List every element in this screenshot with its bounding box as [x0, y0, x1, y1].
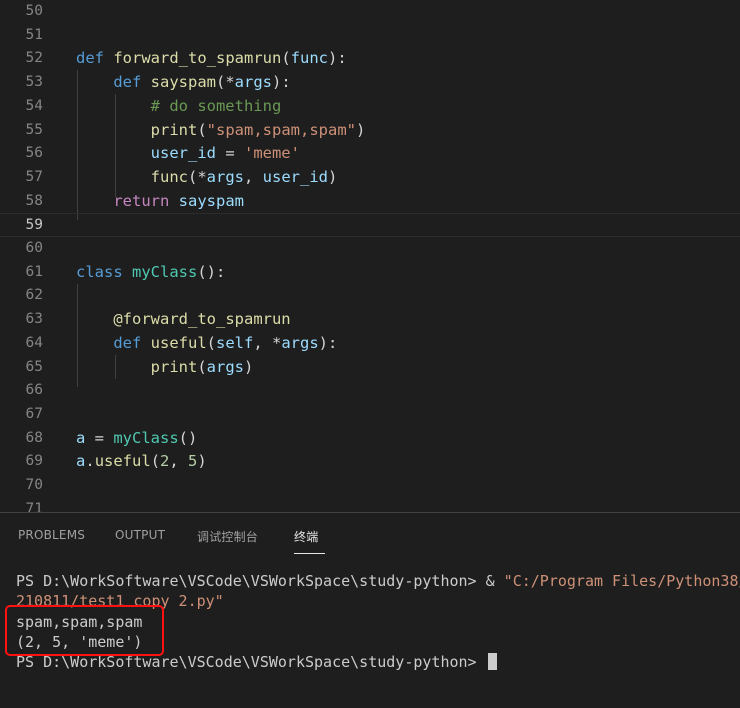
- terminal-line: PS D:\WorkSoftware\VSCode\VSWorkSpace\st…: [16, 571, 740, 591]
- code-line[interactable]: 53 def sayspam(*args):: [0, 71, 740, 95]
- highlight-box: [5, 605, 164, 656]
- line-number: 58: [25, 192, 43, 209]
- code-text: print(args): [150, 357, 254, 376]
- code-line[interactable]: 59: [0, 213, 740, 237]
- code-text: return sayspam: [113, 191, 244, 210]
- code-line[interactable]: 63 @forward_to_spamrun: [0, 308, 740, 332]
- active-tab-indicator: [294, 553, 325, 554]
- line-number: 62: [25, 287, 43, 304]
- code-text: class myClass():: [76, 262, 226, 281]
- code-text: def forward_to_spamrun(func):: [76, 49, 347, 68]
- line-number: 50: [25, 3, 43, 19]
- line-number: 59: [25, 217, 43, 234]
- line-number: 68: [25, 429, 43, 446]
- code-text: print("spam,spam,spam"): [150, 120, 366, 139]
- code-text: def useful(self, *args):: [113, 333, 338, 352]
- code-text: func(*args, user_id): [150, 167, 338, 186]
- code-line[interactable]: 60: [0, 237, 740, 261]
- line-number: 54: [25, 97, 43, 114]
- code-line[interactable]: 71: [0, 498, 740, 512]
- code-line[interactable]: 55 print("spam,spam,spam"): [0, 119, 740, 143]
- line-number: 69: [25, 453, 43, 470]
- code-text: user_id = 'meme': [150, 144, 300, 163]
- line-number: 51: [25, 26, 43, 43]
- code-line[interactable]: 68 a = myClass(): [0, 427, 740, 451]
- code-line[interactable]: 56 user_id = 'meme': [0, 142, 740, 166]
- code-line[interactable]: 62: [0, 284, 740, 308]
- line-number: 53: [25, 74, 43, 91]
- line-number: 56: [25, 145, 43, 162]
- code-text: a = myClass(): [76, 428, 198, 447]
- line-number: 55: [25, 121, 43, 138]
- code-text: @forward_to_spamrun: [113, 310, 291, 329]
- terminal-cursor: [487, 653, 497, 670]
- line-number: 70: [25, 477, 43, 493]
- line-number: 57: [25, 168, 43, 185]
- code-line[interactable]: 52 def forward_to_spamrun(func):: [0, 47, 740, 71]
- code-line[interactable]: 67: [0, 403, 740, 427]
- code-text: def sayspam(*args):: [113, 73, 291, 92]
- tab-problems[interactable]: PROBLEMS: [18, 528, 85, 542]
- terminal-command-path: "C:/Program Files/Python38/: [503, 572, 740, 590]
- code-line[interactable]: 70: [0, 474, 740, 498]
- code-editor[interactable]: 50 51 52 def forward_to_spamrun(func): 53 de…: [0, 0, 740, 512]
- terminal-command: &: [485, 572, 504, 590]
- line-number: 52: [25, 50, 43, 67]
- code-line[interactable]: 66: [0, 379, 740, 403]
- line-number: 63: [25, 311, 43, 328]
- line-number: 65: [25, 358, 43, 375]
- tab-debug-console[interactable]: 调试控制台: [197, 528, 258, 545]
- line-number: 60: [25, 240, 43, 256]
- tab-output[interactable]: OUTPUT: [115, 528, 165, 542]
- code-line[interactable]: 50: [0, 0, 740, 24]
- code-line[interactable]: 57 func(*args, user_id): [0, 166, 740, 190]
- code-line[interactable]: 58 return sayspam: [0, 190, 740, 214]
- code-line[interactable]: 51: [0, 24, 740, 48]
- code-line[interactable]: 61 class myClass():: [0, 261, 740, 285]
- line-number: 71: [25, 500, 43, 512]
- code-line[interactable]: 64 def useful(self, *args):: [0, 332, 740, 356]
- line-number: 66: [25, 382, 43, 399]
- code-line[interactable]: 69 a.useful(2, 5): [0, 450, 740, 474]
- line-number: 61: [25, 263, 43, 280]
- code-line[interactable]: 54 # do something: [0, 95, 740, 119]
- line-number: 67: [25, 405, 43, 422]
- tab-terminal[interactable]: 终端: [294, 528, 318, 545]
- code-text: # do something: [150, 96, 282, 115]
- code-text: a.useful(2, 5): [76, 452, 207, 471]
- terminal-prompt: PS D:\WorkSoftware\VSCode\VSWorkSpace\st…: [16, 572, 486, 590]
- code-line[interactable]: 65 print(args): [0, 356, 740, 380]
- line-number: 64: [25, 334, 43, 351]
